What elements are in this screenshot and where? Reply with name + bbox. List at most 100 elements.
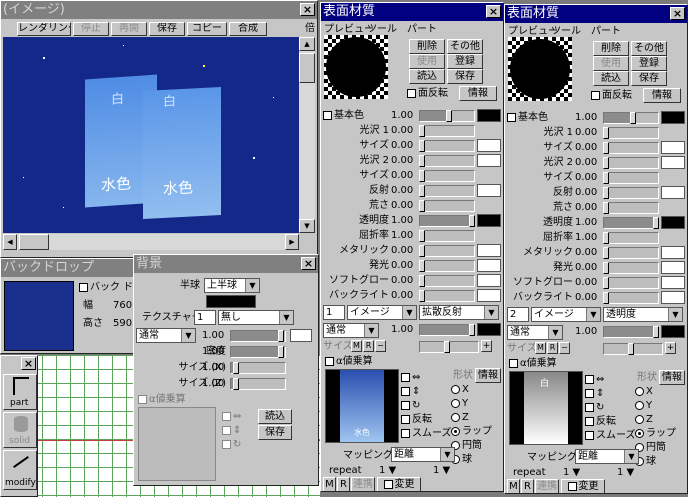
axis-option-3[interactable]: ラップ xyxy=(451,425,492,438)
map-option-0[interactable]: ⇔ xyxy=(401,371,420,384)
material-button-5[interactable]: 保存 xyxy=(631,71,667,86)
attr-color-swatch[interactable] xyxy=(477,214,501,227)
blend-color-swatch[interactable] xyxy=(290,329,312,342)
bottom-button-1[interactable]: R xyxy=(337,477,350,491)
scroll-right-icon[interactable]: ▶ xyxy=(285,234,299,250)
slider-thumb[interactable] xyxy=(603,262,609,274)
attr-slider[interactable] xyxy=(419,275,475,287)
attr-slider[interactable] xyxy=(603,172,659,184)
slider-thumb[interactable] xyxy=(630,112,636,124)
texture-thumbnail[interactable]: 白 xyxy=(509,371,583,445)
bottom-button-1[interactable]: R xyxy=(521,479,534,493)
axis-option-0[interactable]: X xyxy=(451,383,469,396)
modify-tool-button[interactable]: modify xyxy=(3,450,37,490)
mapping-select[interactable]: 距離 ▼ xyxy=(391,447,455,462)
material-button-0[interactable]: 削除 xyxy=(409,39,445,54)
slider-thumb[interactable] xyxy=(468,324,475,336)
face-reverse-checkbox[interactable]: 面反転 xyxy=(591,89,632,102)
blend-mode-select[interactable]: 通常 ▼ xyxy=(136,328,196,343)
slider-thumb[interactable] xyxy=(419,230,425,242)
repeat-u[interactable]: 1 ▼ xyxy=(563,466,580,479)
slider-thumb[interactable] xyxy=(278,330,285,342)
option-row[interactable]: ↻ xyxy=(222,438,241,451)
blend-select[interactable]: 通常 ▼ xyxy=(507,325,563,340)
scroll-up-icon[interactable]: ▲ xyxy=(299,37,315,51)
bottom-button-3[interactable]: 変更 xyxy=(561,479,605,493)
attr-slider[interactable] xyxy=(419,245,475,257)
layer-type-select[interactable]: イメージ ▼ xyxy=(347,305,417,320)
attr-color-swatch[interactable] xyxy=(477,289,501,302)
slider-thumb[interactable] xyxy=(419,185,425,197)
scroll-thumb[interactable] xyxy=(19,234,49,250)
attr-color-swatch[interactable] xyxy=(477,274,501,287)
blend-color-swatch[interactable] xyxy=(477,323,501,336)
map-flag-0[interactable]: 反転 xyxy=(401,413,432,426)
size-button-2[interactable]: − xyxy=(559,342,570,354)
size-button-1[interactable]: R xyxy=(547,342,558,354)
attr-slider[interactable] xyxy=(419,290,475,302)
attr-slider[interactable] xyxy=(603,157,659,169)
bottom-button-0[interactable]: M xyxy=(323,477,336,491)
render-canvas[interactable]: 白 水色 白 水色 xyxy=(3,37,299,233)
slider-thumb[interactable] xyxy=(603,277,609,289)
close-icon[interactable]: × xyxy=(301,257,316,270)
attr-color-swatch[interactable] xyxy=(661,156,685,169)
load-button[interactable]: 読込 xyxy=(258,409,292,424)
slider-thumb[interactable] xyxy=(603,172,609,184)
bg-row-slider[interactable] xyxy=(230,330,286,342)
attr-slider[interactable] xyxy=(419,230,475,242)
attr-slider[interactable] xyxy=(603,202,659,214)
axis-option-1[interactable]: Y xyxy=(451,397,468,410)
attr-slider[interactable] xyxy=(419,125,475,137)
map-flag-0[interactable]: 反転 xyxy=(585,415,616,428)
toolbar-button-2[interactable]: 再開 xyxy=(111,22,147,36)
material-button-2[interactable]: 使用 xyxy=(593,56,629,71)
texture-index-select[interactable]: 1 xyxy=(194,310,216,325)
bottom-button-3[interactable]: 変更 xyxy=(377,477,421,491)
size-button-1[interactable]: R xyxy=(363,340,374,352)
repeat-v[interactable]: 1 ▼ xyxy=(433,464,450,477)
size-button-0[interactable]: M xyxy=(535,342,546,354)
attr-label[interactable]: 基本色 xyxy=(507,111,548,124)
attr-slider[interactable] xyxy=(603,292,659,304)
option-row[interactable]: ⇔ xyxy=(222,410,241,423)
info-button[interactable]: 情報 xyxy=(643,88,681,103)
attr-slider[interactable] xyxy=(603,112,659,124)
bottom-button-2[interactable]: 連携 xyxy=(351,477,375,491)
option-row[interactable]: ⇕ xyxy=(222,424,241,437)
size-button-0[interactable]: M xyxy=(351,340,362,352)
axis-option-0[interactable]: X xyxy=(635,385,653,398)
plus-button[interactable]: + xyxy=(665,342,676,354)
attr-slider[interactable] xyxy=(419,215,475,227)
attr-slider[interactable] xyxy=(603,142,659,154)
alpha-multiply-checkbox[interactable]: α値乗算 xyxy=(509,357,557,370)
attr-color-swatch[interactable] xyxy=(661,216,685,229)
slider-thumb[interactable] xyxy=(468,215,475,227)
attr-slider[interactable] xyxy=(603,247,659,259)
attr-color-swatch[interactable] xyxy=(661,111,685,124)
map-option-2[interactable]: ↻ xyxy=(585,401,604,414)
close-icon[interactable]: × xyxy=(300,3,315,16)
material-button-1[interactable]: その他 xyxy=(631,41,667,56)
scroll-down-icon[interactable]: ▼ xyxy=(299,219,315,233)
save-button[interactable]: 保存 xyxy=(258,425,292,440)
slider-thumb[interactable] xyxy=(419,275,425,287)
close-icon[interactable]: × xyxy=(486,5,501,18)
attr-color-swatch[interactable] xyxy=(661,246,685,259)
layer-index-select[interactable]: 1 xyxy=(323,305,345,320)
attr-slider[interactable] xyxy=(419,110,475,122)
slider-thumb[interactable] xyxy=(603,232,609,244)
material-button-3[interactable]: 登録 xyxy=(631,56,667,71)
repeat-v[interactable]: 1 ▼ xyxy=(617,466,634,479)
info-button[interactable]: 情報 xyxy=(659,370,685,385)
slider-thumb[interactable] xyxy=(233,378,240,390)
material-button-2[interactable]: 使用 xyxy=(409,54,445,69)
slider-thumb[interactable] xyxy=(419,290,425,302)
toolbar-button-3[interactable]: 保存 xyxy=(149,22,185,36)
blend-color-swatch[interactable] xyxy=(661,325,685,338)
slider-thumb[interactable] xyxy=(603,157,609,169)
face-reverse-checkbox[interactable]: 面反転 xyxy=(407,87,448,100)
axis-option-4[interactable]: 円筒 xyxy=(451,439,482,452)
slider-thumb[interactable] xyxy=(419,200,425,212)
axis-option-4[interactable]: 円筒 xyxy=(635,441,666,454)
